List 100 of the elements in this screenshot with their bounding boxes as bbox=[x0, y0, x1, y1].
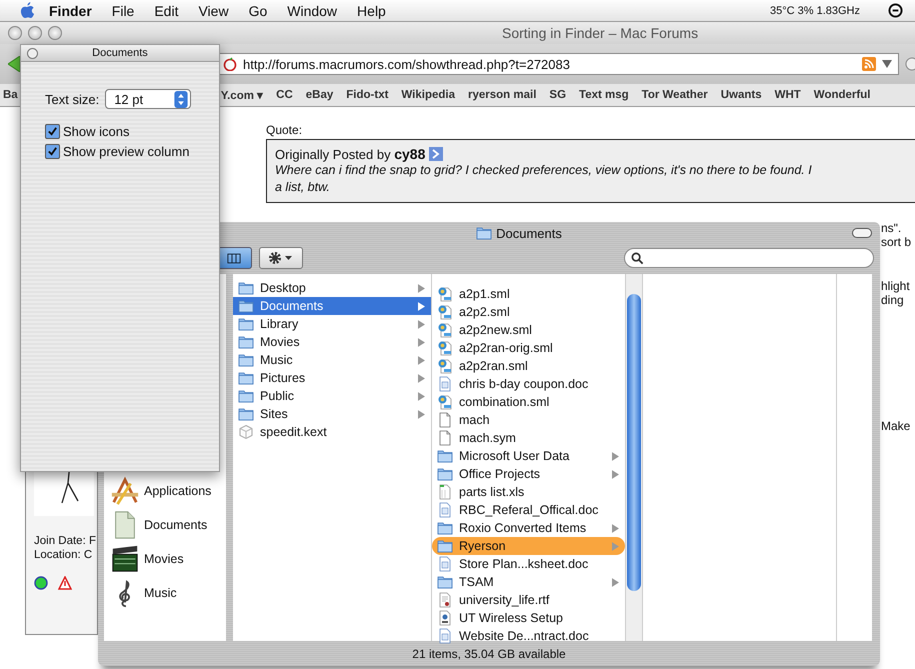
text-size-popup[interactable]: 12 pt bbox=[105, 89, 192, 109]
file-row[interactable]: Microsoft User Data bbox=[432, 447, 625, 465]
checkbox-label[interactable]: Show icons bbox=[63, 124, 130, 138]
folder-icon bbox=[238, 406, 254, 422]
file-row[interactable]: Ryerson bbox=[432, 537, 625, 555]
back-arrow-icon[interactable] bbox=[8, 56, 22, 72]
bookmark-link[interactable]: SG bbox=[549, 89, 566, 101]
file-row[interactable]: Roxio Converted Items bbox=[432, 519, 625, 537]
zoom-button[interactable] bbox=[48, 26, 62, 40]
bookmark-link[interactable]: Wonderful bbox=[814, 89, 870, 101]
file-row[interactable]: Desktop bbox=[233, 279, 431, 297]
file-row[interactable]: Store Plan...ksheet.doc bbox=[432, 555, 625, 573]
minimize-button[interactable] bbox=[28, 26, 42, 40]
bookmark-link[interactable]: WHT bbox=[774, 89, 801, 101]
sidebar-item[interactable]: Music bbox=[104, 576, 226, 610]
circle-menu-icon[interactable] bbox=[888, 3, 903, 18]
quote-text: Where can i find the snap to grid? I checked preferences, view options, it's no there to be found. I bbox=[275, 162, 813, 179]
bookmark-link[interactable]: eBay bbox=[306, 89, 334, 101]
bookmark-link[interactable]: Fido-txt bbox=[346, 89, 388, 101]
bookmark-link[interactable]: Text msg bbox=[579, 89, 629, 101]
file-row[interactable]: Public bbox=[233, 387, 431, 405]
document-icon bbox=[437, 286, 453, 302]
bookmark-link[interactable]: Wikipedia bbox=[401, 89, 455, 101]
file-row[interactable]: a2p2ran-orig.sml bbox=[432, 339, 625, 357]
file-row[interactable]: combination.sml bbox=[432, 393, 625, 411]
folder-icon bbox=[238, 388, 254, 404]
file-row[interactable]: speedit.kext bbox=[233, 423, 431, 441]
post-text-fragment: ns". bbox=[881, 221, 902, 235]
file-row[interactable]: a2p2.sml bbox=[432, 303, 625, 321]
bookmark-link[interactable]: ryerson mail bbox=[468, 89, 536, 101]
gear-icon bbox=[268, 251, 294, 265]
menu-item[interactable]: File bbox=[112, 2, 134, 18]
file-row[interactable]: a2p1.sml bbox=[432, 285, 625, 303]
bookmark-link[interactable]: Tor Weather bbox=[642, 89, 708, 101]
post-text-fragment: Make bbox=[881, 419, 912, 433]
file-row[interactable]: Pictures bbox=[233, 369, 431, 387]
online-status-icon bbox=[34, 576, 48, 590]
document-icon bbox=[437, 556, 453, 572]
close-button[interactable] bbox=[27, 48, 38, 59]
checkbox[interactable] bbox=[45, 144, 60, 158]
installer-icon bbox=[437, 610, 453, 626]
checkbox[interactable] bbox=[45, 124, 60, 138]
file-row[interactable]: Sites bbox=[233, 405, 431, 423]
sidebar-item[interactable]: Movies bbox=[104, 542, 226, 576]
circle-button-icon[interactable] bbox=[905, 57, 915, 71]
search-field[interactable] bbox=[624, 248, 874, 268]
bookmark-link[interactable]: Ba bbox=[3, 89, 18, 101]
cube-icon bbox=[238, 424, 254, 440]
file-row[interactable]: Office Projects bbox=[432, 465, 625, 483]
menu-item[interactable]: Window bbox=[287, 2, 338, 18]
file-row[interactable]: TSAM bbox=[432, 573, 625, 591]
post-text-fragment: hlight bbox=[881, 279, 911, 293]
document-icon bbox=[437, 412, 453, 428]
dropdown-caret-icon[interactable] bbox=[882, 60, 892, 68]
bookmark-link[interactable]: Uwants bbox=[720, 89, 762, 101]
file-row[interactable]: university_life.rtf bbox=[432, 591, 625, 609]
warning-icon[interactable] bbox=[58, 576, 72, 590]
author-info-text: Join Date: F bbox=[34, 534, 96, 548]
toolbar-toggle-button[interactable] bbox=[852, 228, 872, 238]
folder-icon bbox=[238, 316, 254, 332]
cpu-status-text[interactable]: 35°C 3% 1.83GHz bbox=[770, 4, 860, 16]
sidebar-item[interactable]: Documents bbox=[104, 508, 226, 542]
action-menu-button[interactable] bbox=[259, 247, 303, 269]
window-title: Sorting in Finder – Mac Forums bbox=[502, 25, 698, 41]
document-icon bbox=[437, 322, 453, 338]
document-icon bbox=[437, 394, 453, 410]
menu-app-name[interactable]: Finder bbox=[49, 2, 92, 18]
bookmark-link[interactable]: CC bbox=[276, 89, 293, 101]
file-row[interactable]: a2p2new.sml bbox=[432, 321, 625, 339]
menu-item[interactable]: Edit bbox=[154, 2, 178, 18]
file-row[interactable]: Music bbox=[233, 351, 431, 369]
menu-item[interactable]: Go bbox=[248, 2, 268, 18]
file-row[interactable]: RBC_Referal_Offical.doc bbox=[432, 501, 625, 519]
view-post-icon[interactable] bbox=[429, 147, 444, 161]
quote-attribution: Originally Posted by cy88 bbox=[275, 146, 426, 162]
close-button[interactable] bbox=[8, 26, 22, 40]
rss-icon[interactable] bbox=[862, 57, 876, 71]
file-row[interactable]: mach bbox=[432, 411, 625, 429]
folder-icon bbox=[437, 448, 453, 464]
post-text-fragment: ding bbox=[881, 293, 905, 307]
sidebar-item[interactable]: Applications bbox=[104, 474, 226, 508]
checkbox-label[interactable]: Show preview column bbox=[63, 144, 190, 158]
post-text-fragment: sort b bbox=[881, 235, 912, 249]
apple-logo-icon[interactable] bbox=[20, 2, 35, 19]
file-row[interactable]: Movies bbox=[233, 333, 431, 351]
file-row[interactable]: chris b-day coupon.doc bbox=[432, 375, 625, 393]
file-row[interactable]: Documents bbox=[233, 297, 431, 315]
file-row[interactable]: UT Wireless Setup bbox=[432, 609, 625, 627]
folder-icon bbox=[476, 225, 492, 241]
file-row[interactable]: mach.sym bbox=[432, 429, 625, 447]
folder-icon bbox=[238, 280, 254, 296]
file-row[interactable]: Library bbox=[233, 315, 431, 333]
file-row[interactable]: parts list.xls bbox=[432, 483, 625, 501]
menu-item[interactable]: Help bbox=[357, 2, 386, 18]
file-row[interactable]: a2p2ran.sml bbox=[432, 357, 625, 375]
menu-item[interactable]: View bbox=[198, 2, 229, 18]
bookmark-link[interactable]: Y.com ▾ bbox=[220, 88, 264, 102]
file-row[interactable]: Website De...ntract.doc bbox=[432, 627, 625, 645]
text-size-label: Text size: bbox=[45, 92, 100, 106]
scrollbar[interactable] bbox=[625, 274, 642, 641]
